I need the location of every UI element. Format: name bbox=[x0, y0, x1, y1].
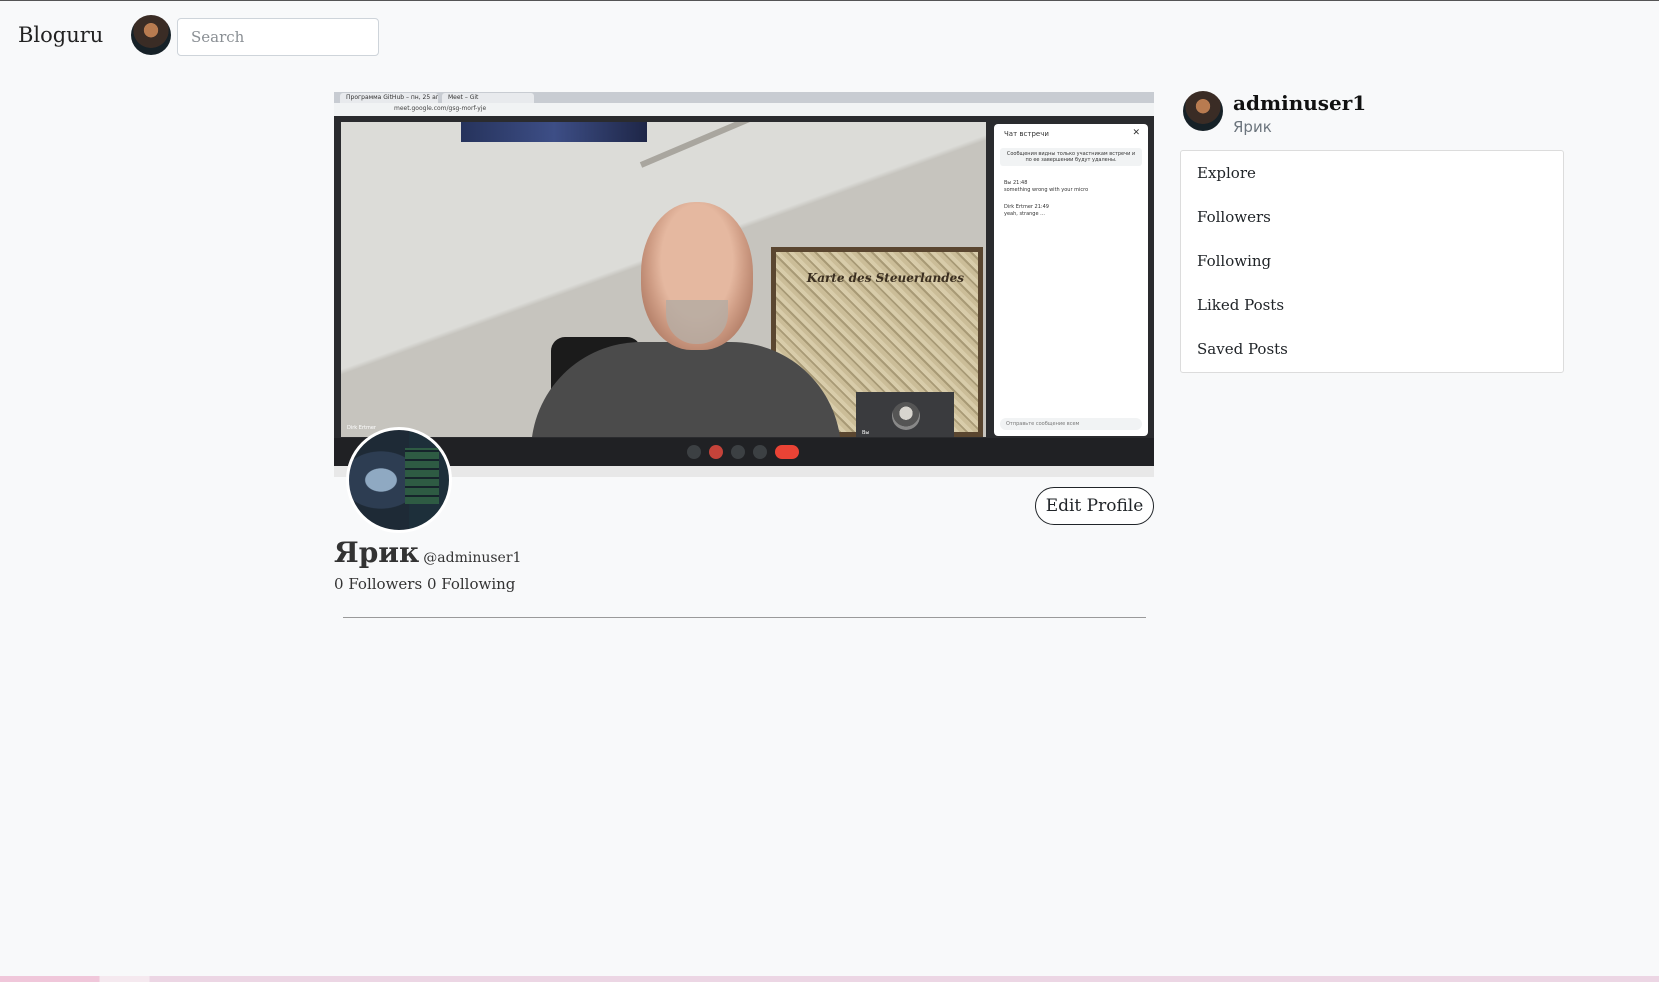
profile-avatar[interactable] bbox=[346, 427, 452, 533]
cover-call-controls bbox=[334, 438, 1154, 466]
following-count: 0 bbox=[426, 575, 437, 593]
edit-profile-button[interactable]: Edit Profile bbox=[1035, 487, 1154, 525]
sidebar-name: Ярик bbox=[1233, 118, 1272, 136]
cover-chat-note: Сообщения видны только участникам встреч… bbox=[1000, 148, 1142, 166]
cover-tab-2: Meet – Git bbox=[442, 93, 534, 103]
user-avatar-icon[interactable] bbox=[131, 15, 171, 55]
profile-counts: 0 Followers 0 Following bbox=[334, 575, 515, 593]
following-count-link[interactable]: 0 Following bbox=[427, 575, 515, 593]
sidebar-username[interactable]: adminuser1 bbox=[1233, 91, 1366, 115]
profile-display-name: Ярик bbox=[334, 536, 420, 569]
cover-chat-message: Dirk Ertmer 21:49 yeah, strange ... bbox=[1004, 204, 1049, 218]
cover-taskbar bbox=[334, 466, 1154, 477]
profile-divider bbox=[343, 617, 1146, 618]
cover-chat-sender: Вы 21:48 bbox=[1004, 180, 1028, 186]
more-options-icon bbox=[753, 445, 767, 459]
followers-label: Followers bbox=[348, 575, 423, 593]
cover-chat-text: something wrong with your micro bbox=[1004, 187, 1089, 193]
microphone-icon bbox=[687, 445, 701, 459]
cover-tab-1: Программа GitHub – пн, 25 апр 21… bbox=[340, 93, 438, 103]
sidebar-item-explore[interactable]: Explore bbox=[1181, 159, 1563, 203]
cover-browser-tabs: Программа GitHub – пн, 25 апр 21… Meet –… bbox=[334, 92, 1154, 103]
cover-chat-text: yeah, strange ... bbox=[1004, 211, 1045, 217]
present-icon bbox=[731, 445, 745, 459]
avatar-artwork bbox=[405, 448, 439, 504]
followers-count-link[interactable]: 0 Followers bbox=[334, 575, 422, 593]
bottom-strip bbox=[0, 976, 1659, 982]
profile-main: Программа GitHub – пн, 25 апр 21… Meet –… bbox=[334, 92, 1154, 618]
followers-count: 0 bbox=[334, 575, 344, 593]
cover-wall-line bbox=[639, 122, 986, 168]
cover-chat-input: Отправьте сообщение всем bbox=[1000, 418, 1142, 430]
following-label: Following bbox=[441, 575, 516, 593]
search-input[interactable] bbox=[177, 18, 379, 56]
cover-video-area: Karte des Steuerlandes Вы Dirk Ertmer bbox=[341, 122, 986, 437]
sidebar-item-liked-posts[interactable]: Liked Posts bbox=[1181, 291, 1563, 335]
cover-chat-message: Вы 21:48 something wrong with your micro bbox=[1004, 180, 1088, 194]
cover-image: Программа GitHub – пн, 25 апр 21… Meet –… bbox=[334, 92, 1154, 477]
sidebar-item-following[interactable]: Following bbox=[1181, 247, 1563, 291]
cover-self-name: Вы bbox=[862, 430, 870, 436]
end-call-icon bbox=[775, 445, 799, 459]
cover-main-name: Dirk Ertmer bbox=[347, 425, 376, 431]
sidebar-item-followers[interactable]: Followers bbox=[1181, 203, 1563, 247]
cover-self-face bbox=[892, 402, 920, 430]
close-icon: ✕ bbox=[1132, 128, 1140, 138]
cover-poster bbox=[461, 122, 647, 142]
sidebar-menu: Explore Followers Following Liked Posts … bbox=[1180, 150, 1564, 373]
sidebar-item-saved-posts[interactable]: Saved Posts bbox=[1181, 335, 1563, 379]
camera-icon bbox=[709, 445, 723, 459]
cover-url-bar: meet.google.com/gsg-morf-yje bbox=[334, 103, 1154, 116]
sidebar-avatar[interactable] bbox=[1183, 91, 1223, 131]
profile-handle: @adminuser1 bbox=[423, 550, 522, 566]
cover-map-title: Karte des Steuerlandes bbox=[806, 271, 964, 285]
cover-chat-panel: Чат встречи ✕ Сообщения видны только уча… bbox=[994, 124, 1148, 436]
brand-logo[interactable]: Bloguru bbox=[18, 23, 103, 47]
top-navbar: Bloguru bbox=[0, 1, 1659, 71]
cover-chat-title: Чат встречи bbox=[1004, 130, 1049, 138]
cover-chat-sender: Dirk Ertmer 21:49 bbox=[1004, 204, 1049, 210]
cover-self-view: Вы bbox=[856, 392, 954, 437]
profile-heading: Ярик @adminuser1 bbox=[334, 536, 521, 569]
